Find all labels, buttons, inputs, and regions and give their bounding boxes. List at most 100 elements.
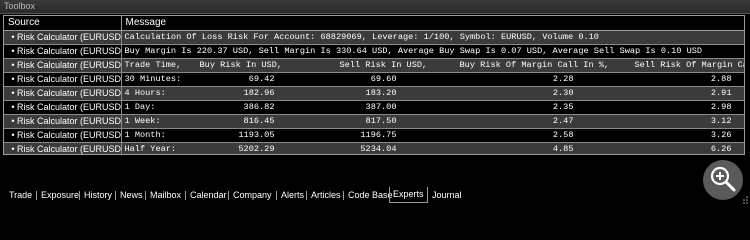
- tab-experts[interactable]: Experts: [389, 187, 428, 203]
- dot-icon: •: [11, 130, 15, 140]
- dot-icon: •: [11, 102, 15, 112]
- source-cell: •Risk Calculator (EURUSD,M1): [4, 114, 122, 129]
- source-text: Risk Calculator (EURUSD,M1): [17, 116, 121, 126]
- source-cell: •Risk Calculator (EURUSD,M1): [4, 142, 122, 154]
- message-text: Buy Margin Is 220.37 USD, Sell Margin Is…: [124, 46, 703, 56]
- source-text: Risk Calculator (EURUSD,M1): [17, 144, 121, 154]
- window-title: Toolbox: [4, 1, 36, 11]
- tab-news[interactable]: News: [120, 188, 143, 202]
- message-text: Calculation Of Loss Risk For Account: 68…: [124, 32, 599, 42]
- column-header-message[interactable]: Message: [121, 16, 744, 31]
- tab-code-base[interactable]: Code Base: [348, 188, 393, 202]
- dot-icon: •: [11, 116, 15, 126]
- source-cell: •Risk Calculator (EURUSD,M1): [4, 128, 122, 143]
- source-cell: •Risk Calculator (EURUSD,M1): [4, 44, 122, 59]
- message-column-1: 816.45: [243, 116, 275, 126]
- message-column-3: 2.47: [552, 116, 574, 126]
- message-cell: Buy Margin Is 220.37 USD, Sell Margin Is…: [121, 44, 744, 59]
- source-text: Risk Calculator (EURUSD,M1): [17, 130, 121, 140]
- message-column-1: 1193.05: [238, 130, 275, 140]
- dot-icon: •: [11, 74, 15, 84]
- size-grip-icon[interactable]: [741, 192, 749, 204]
- table-row[interactable]: •Risk Calculator (EURUSD,M1)Half Year: 52…: [4, 142, 744, 154]
- message-cell: 30 Minutes: 69.42 69.60 2.28 2.88: [121, 72, 744, 87]
- message-column-4: 6.26: [710, 144, 732, 154]
- dot-icon: •: [11, 60, 15, 70]
- message-column-2: 183.20: [365, 88, 397, 98]
- tab-separator: [343, 191, 344, 200]
- message-column-3: 4.85: [552, 144, 574, 154]
- message-column-1: 386.82: [243, 102, 275, 112]
- source-cell: •Risk Calculator (EURUSD,M1): [4, 86, 122, 101]
- message-column-4: Sell Risk Of Margin Call In %: [634, 60, 744, 70]
- dot-icon: •: [11, 46, 15, 56]
- message-column-3: 2.28: [552, 74, 574, 84]
- table-header: Source Message: [4, 16, 744, 31]
- message-column-0: Half Year:: [124, 144, 177, 154]
- tab-separator: [145, 191, 146, 200]
- message-column-3: Buy Risk Of Margin Call In %,: [459, 60, 610, 70]
- table-row[interactable]: •Risk Calculator (EURUSD,M1)30 Minutes: 6…: [4, 72, 744, 87]
- dot-icon: •: [11, 88, 15, 98]
- tab-alerts[interactable]: Alerts: [281, 188, 304, 202]
- toolbox-titlebar: Toolbox: [0, 0, 750, 14]
- source-text: Risk Calculator (EURUSD,M1): [17, 102, 121, 112]
- message-column-2: 69.60: [370, 74, 397, 84]
- message-cell: 4 Hours: 182.96 183.20 2.30 2.91: [121, 86, 744, 101]
- source-text: Risk Calculator (EURUSD,M1): [17, 88, 121, 98]
- source-cell: •Risk Calculator (EURUSD,M1): [4, 58, 122, 73]
- tab-separator: [115, 191, 116, 200]
- zoom-in-icon[interactable]: [703, 160, 743, 200]
- table-row[interactable]: •Risk Calculator (EURUSD,M1)1 Week: 816.4…: [4, 114, 744, 129]
- tab-separator: [79, 191, 80, 200]
- message-column-3: 2.35: [552, 102, 574, 112]
- message-column-0: 1 Month:: [124, 130, 166, 140]
- tab-journal[interactable]: Journal: [432, 188, 462, 202]
- source-text: Risk Calculator (EURUSD,M1): [17, 32, 121, 42]
- source-cell: •Risk Calculator (EURUSD,M1): [4, 30, 122, 45]
- tab-separator: [228, 191, 229, 200]
- source-text: Risk Calculator (EURUSD,M1): [17, 60, 121, 70]
- source-cell: •Risk Calculator (EURUSD,M1): [4, 72, 122, 87]
- message-column-2: 5234.04: [360, 144, 397, 154]
- message-column-4: 3.12: [710, 116, 732, 126]
- message-column-0: Trade Time,: [124, 60, 182, 70]
- message-column-1: Buy Risk In USD,: [199, 60, 283, 70]
- tab-history[interactable]: History: [84, 188, 112, 202]
- dot-icon: •: [11, 32, 15, 42]
- message-column-1: 69.42: [248, 74, 275, 84]
- column-header-source[interactable]: Source: [4, 16, 122, 31]
- message-cell: 1 Day: 386.82 387.00 2.35 2.98: [121, 100, 744, 115]
- message-column-3: 2.58: [552, 130, 574, 140]
- message-column-4: 2.91: [710, 88, 732, 98]
- tab-trade[interactable]: Trade: [9, 188, 32, 202]
- tab-separator: [306, 191, 307, 200]
- message-column-4: 2.88: [710, 74, 732, 84]
- table-row[interactable]: •Risk Calculator (EURUSD,M1)4 Hours: 182.…: [4, 86, 744, 101]
- message-column-1: 182.96: [243, 88, 275, 98]
- message-column-2: 387.00: [365, 102, 397, 112]
- tab-mailbox[interactable]: Mailbox: [150, 188, 181, 202]
- message-column-0: 1 Week:: [124, 116, 161, 126]
- tab-exposure[interactable]: Exposure: [41, 188, 79, 202]
- message-cell: Trade Time, Buy Risk In USD, Sell Risk In …: [121, 58, 744, 73]
- tab-calendar[interactable]: Calendar: [190, 188, 227, 202]
- message-column-0: 30 Minutes:: [124, 74, 182, 84]
- message-column-3: 2.30: [552, 88, 574, 98]
- tab-articles[interactable]: Articles: [311, 188, 341, 202]
- message-column-2: 817.50: [365, 116, 397, 126]
- message-column-4: 3.26: [710, 130, 732, 140]
- table-row[interactable]: •Risk Calculator (EURUSD,M1)Calculation …: [4, 30, 744, 45]
- table-row[interactable]: •Risk Calculator (EURUSD,M1)Buy Margin I…: [4, 44, 744, 59]
- experts-log-table: Source Message •Risk Calculator (EURUSD,…: [3, 15, 745, 155]
- tab-company[interactable]: Company: [233, 188, 272, 202]
- table-row[interactable]: •Risk Calculator (EURUSD,M1)Trade Time, B…: [4, 58, 744, 73]
- message-cell: Half Year: 5202.29 5234.04 4.85 6.26: [121, 142, 744, 154]
- source-cell: •Risk Calculator (EURUSD,M1): [4, 100, 122, 115]
- table-row[interactable]: •Risk Calculator (EURUSD,M1)1 Day: 386.82…: [4, 100, 744, 115]
- source-text: Risk Calculator (EURUSD,M1): [17, 46, 121, 56]
- tab-separator: [36, 191, 37, 200]
- message-cell: 1 Month: 1193.05 1196.75 2.58 3.26: [121, 128, 744, 143]
- tab-separator: [276, 191, 277, 200]
- table-row[interactable]: •Risk Calculator (EURUSD,M1)1 Month: 1193…: [4, 128, 744, 143]
